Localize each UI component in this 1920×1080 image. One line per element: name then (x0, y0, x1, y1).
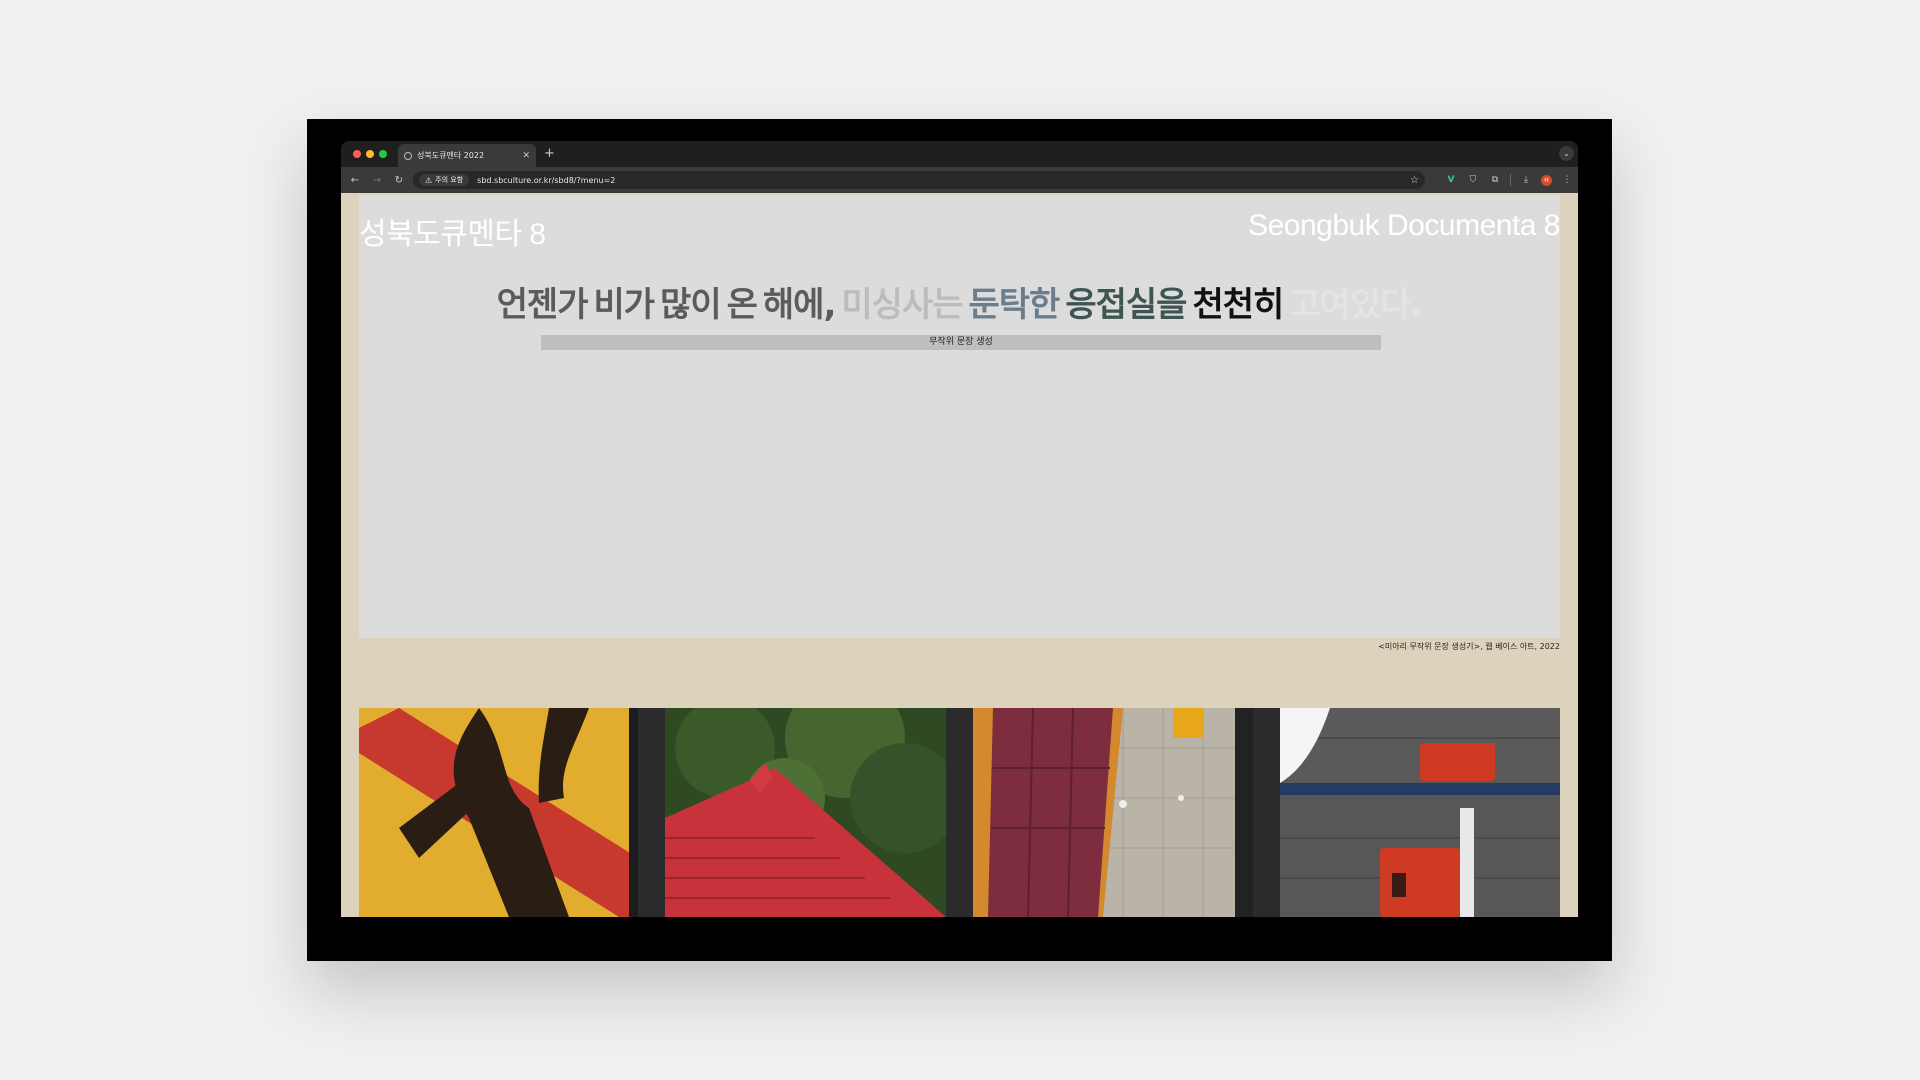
maximize-window-button[interactable] (379, 150, 387, 158)
photo-yellow-sign[interactable] (359, 708, 638, 917)
sentence-word: 미싱사는 (841, 285, 963, 325)
sentence-word: 응접실을 (1065, 285, 1187, 325)
close-tab-icon[interactable]: ✕ (522, 151, 530, 161)
photo-strip (359, 708, 1560, 917)
warning-triangle-icon: ⚠ (425, 175, 433, 185)
sentence-word: 고여있다. (1289, 285, 1423, 325)
security-label: 주의 요함 (435, 176, 464, 184)
extension-icons: V ⛉ ⧉ ⤓ H ⋮ (1444, 173, 1574, 187)
forward-arrow-icon[interactable]: → (366, 175, 388, 186)
artwork-caption: <미아리 무작위 문장 생성기>, 웹 베이스 아트, 2022 (1378, 642, 1560, 651)
photo-gap (946, 708, 973, 917)
profile-avatar-icon[interactable]: H (1541, 174, 1552, 186)
sentence-word: 많이 (660, 285, 722, 325)
new-tab-button[interactable]: + (544, 146, 555, 161)
browser-window: 성북도큐멘타 2022 ✕ + ⌄ ← → ↻ ⚠ 주의 요함 sbd.sbcu… (341, 141, 1578, 917)
address-bar[interactable]: ⚠ 주의 요함 sbd.sbculture.or.kr/sbd8/?menu=2… (413, 171, 1425, 189)
sentence-word: 온 (726, 285, 758, 325)
sentence-word: 둔탁한 (968, 285, 1061, 325)
sentence-word: 천천히 (1192, 285, 1284, 325)
sentence-word: 비가 (593, 285, 655, 325)
v-extension-icon[interactable]: V (1444, 173, 1458, 187)
web-page: 언젠가 비가 많이 온 해에, 미싱사는 둔탁한 응접실을 천천히 고여있다. 무작위 문장 생성… (341, 193, 1578, 917)
toolbar-divider (1510, 174, 1511, 186)
puzzle-extensions-icon[interactable]: ⧉ (1488, 173, 1502, 187)
artwork-panel: 언젠가 비가 많이 온 해에, 미싱사는 둔탁한 응접실을 천천히 고여있다. 무작위 문장 생성 (359, 195, 1560, 638)
photo-gap (1253, 708, 1280, 917)
random-sentence: 언젠가 비가 많이 온 해에, 미싱사는 둔탁한 응접실을 천천히 고여있다. (359, 277, 1560, 326)
download-icon[interactable]: ⤓ (1519, 173, 1533, 187)
sentence-word: 해에, (762, 285, 836, 325)
monitor-frame: 성북도큐멘타 2022 ✕ + ⌄ ← → ↻ ⚠ 주의 요함 sbd.sbcu… (307, 119, 1612, 961)
reload-icon[interactable]: ↻ (388, 175, 410, 186)
back-arrow-icon[interactable]: ← (344, 175, 366, 186)
tab-title: 성북도큐멘타 2022 (417, 151, 485, 160)
site-title-english[interactable]: Seongbuk Documenta 8 (1248, 209, 1560, 243)
photo-red-roof[interactable] (665, 708, 946, 917)
security-indicator[interactable]: ⚠ 주의 요함 (419, 174, 470, 186)
bookmark-star-icon[interactable]: ☆ (1410, 175, 1419, 186)
close-window-button[interactable] (353, 150, 361, 158)
active-tab[interactable]: 성북도큐멘타 2022 ✕ (398, 144, 536, 167)
sentence-word: 언젠가 (496, 285, 589, 325)
tab-bar: 성북도큐멘타 2022 ✕ + ⌄ (341, 141, 1578, 167)
browser-toolbar: ← → ↻ ⚠ 주의 요함 sbd.sbculture.or.kr/sbd8/?… (341, 167, 1578, 193)
site-title-korean[interactable]: 성북도큐멘타 8 (359, 209, 546, 253)
globe-icon (404, 151, 412, 160)
tab-search-chevron-icon[interactable]: ⌄ (1559, 146, 1574, 161)
window-controls (353, 150, 387, 158)
url-text[interactable]: sbd.sbculture.or.kr/sbd8/?menu=2 (477, 176, 1410, 185)
menu-kebab-icon[interactable]: ⋮ (1560, 173, 1574, 187)
shield-extension-icon[interactable]: ⛉ (1466, 173, 1480, 187)
photo-orange-meter[interactable] (1280, 708, 1560, 917)
photo-gap (638, 708, 665, 917)
generate-sentence-button[interactable]: 무작위 문장 생성 (541, 335, 1381, 350)
minimize-window-button[interactable] (366, 150, 374, 158)
photo-maroon-door[interactable] (973, 708, 1253, 917)
